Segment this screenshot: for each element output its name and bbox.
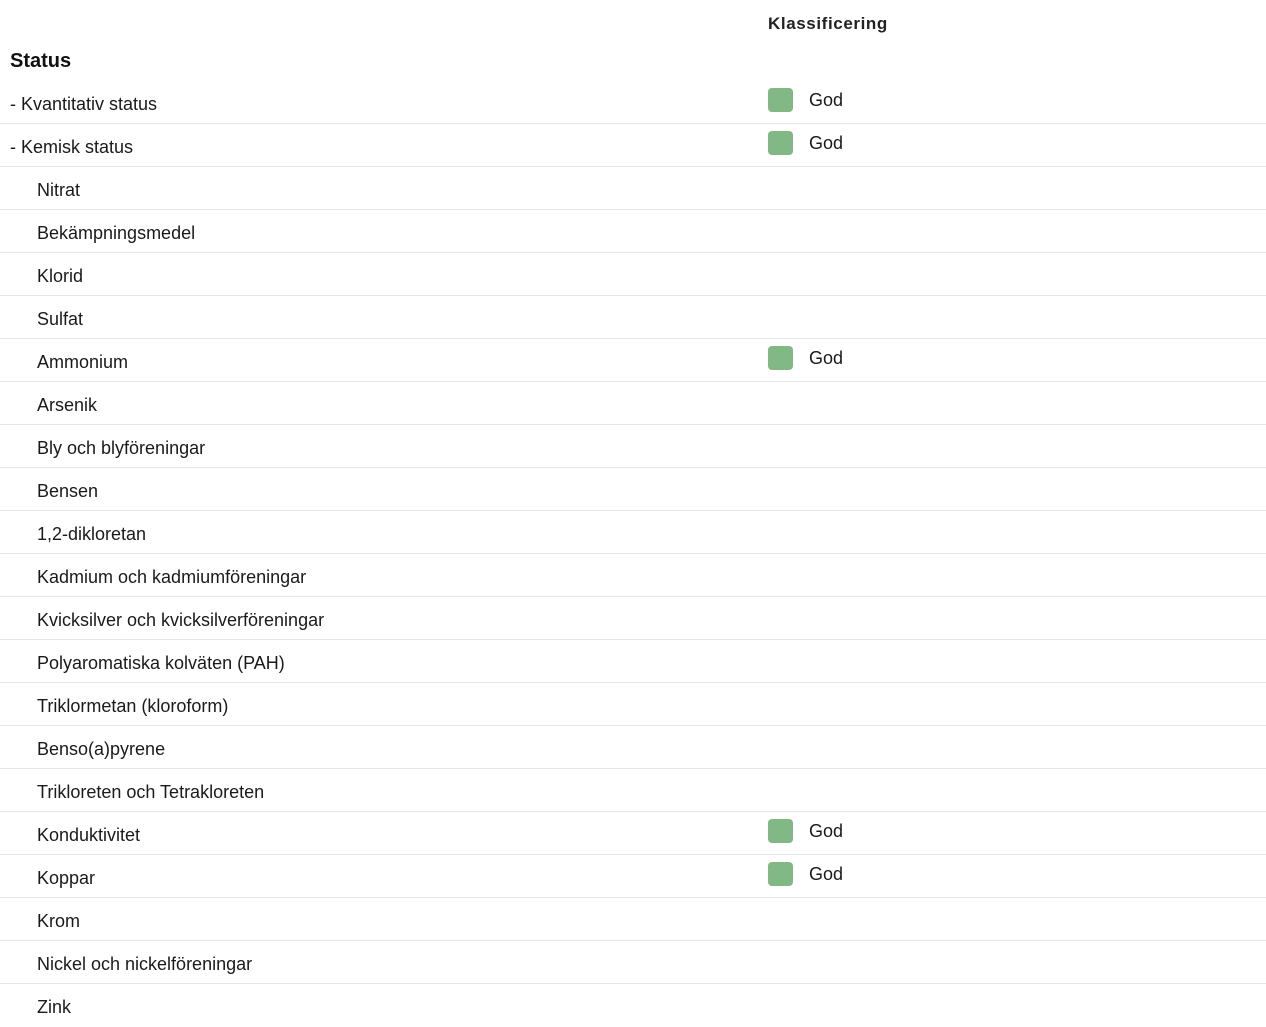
status-row-label: Trikloreten och Tetrakloreten <box>37 782 265 802</box>
status-row: Polyaromatiska kolväten (PAH) <box>0 640 1266 683</box>
status-row: Kadmium och kadmiumföreningar <box>0 554 1266 597</box>
status-row: Sulfat <box>0 296 1266 339</box>
status-section-title: Status <box>10 50 72 72</box>
status-row-label: Bekämpningsmedel <box>37 223 196 243</box>
status-row-label: Zink <box>37 997 72 1017</box>
status-row: Konduktivitet God <box>0 812 1266 855</box>
status-row-label: Nitrat <box>37 180 81 200</box>
classification-text: God <box>809 821 844 841</box>
status-row: Bensen <box>0 468 1266 511</box>
status-good-indicator-icon <box>768 131 793 155</box>
status-row-label: - Kemisk status <box>10 137 134 157</box>
status-table: - Kvantitativ status God - Kemisk status Go… <box>0 81 1266 1027</box>
status-row: Nitrat <box>0 167 1266 210</box>
status-row-label: Bly och blyföreningar <box>37 438 206 458</box>
status-good-indicator-icon <box>768 819 793 843</box>
status-row-label: Ammonium <box>37 352 129 372</box>
classification-text: God <box>809 90 844 110</box>
status-row: Klorid <box>0 253 1266 296</box>
status-row-label: Triklormetan (kloroform) <box>37 696 229 716</box>
status-row-label: Sulfat <box>37 309 84 329</box>
status-row-label: Bensen <box>37 481 99 501</box>
status-row-label: Koppar <box>37 868 96 888</box>
status-row: Trikloreten och Tetrakloreten <box>0 769 1266 812</box>
status-row: 1,2-dikloretan <box>0 511 1266 554</box>
status-row-label: Kvicksilver och kvicksilverföreningar <box>37 610 325 630</box>
status-row: Bly och blyföreningar <box>0 425 1266 468</box>
status-row-label: Benso(a)pyrene <box>37 739 166 759</box>
status-good-indicator-icon <box>768 88 793 112</box>
status-row: - Kemisk status God <box>0 124 1266 167</box>
status-row: Krom <box>0 898 1266 941</box>
status-good-indicator-icon <box>768 346 793 370</box>
status-row-label: Klorid <box>37 266 84 286</box>
status-row: Kvicksilver och kvicksilverföreningar <box>0 597 1266 640</box>
classification-text: God <box>809 864 844 884</box>
status-row-label: Konduktivitet <box>37 825 141 845</box>
status-row-label: 1,2-dikloretan <box>37 524 147 544</box>
status-row: Triklormetan (kloroform) <box>0 683 1266 726</box>
status-row-label: Kadmium och kadmiumföreningar <box>37 567 307 587</box>
classification-column-header: Klassificering <box>768 14 888 33</box>
status-row: Benso(a)pyrene <box>0 726 1266 769</box>
status-row: Nickel och nickelföreningar <box>0 941 1266 984</box>
status-row: Ammonium God <box>0 339 1266 382</box>
status-good-indicator-icon <box>768 862 793 886</box>
status-row-label: Krom <box>37 911 81 931</box>
status-row: - Kvantitativ status God <box>0 81 1266 124</box>
status-row: Arsenik <box>0 382 1266 425</box>
status-row: Koppar God <box>0 855 1266 898</box>
status-row: Bekämpningsmedel <box>0 210 1266 253</box>
status-row-label: Arsenik <box>37 395 98 415</box>
classification-text: God <box>809 133 844 153</box>
status-row: Zink <box>0 984 1266 1027</box>
status-row-label: Polyaromatiska kolväten (PAH) <box>37 653 285 673</box>
classification-text: God <box>809 348 844 368</box>
status-row-label: Nickel och nickelföreningar <box>37 954 253 974</box>
status-row-label: - Kvantitativ status <box>10 94 158 114</box>
